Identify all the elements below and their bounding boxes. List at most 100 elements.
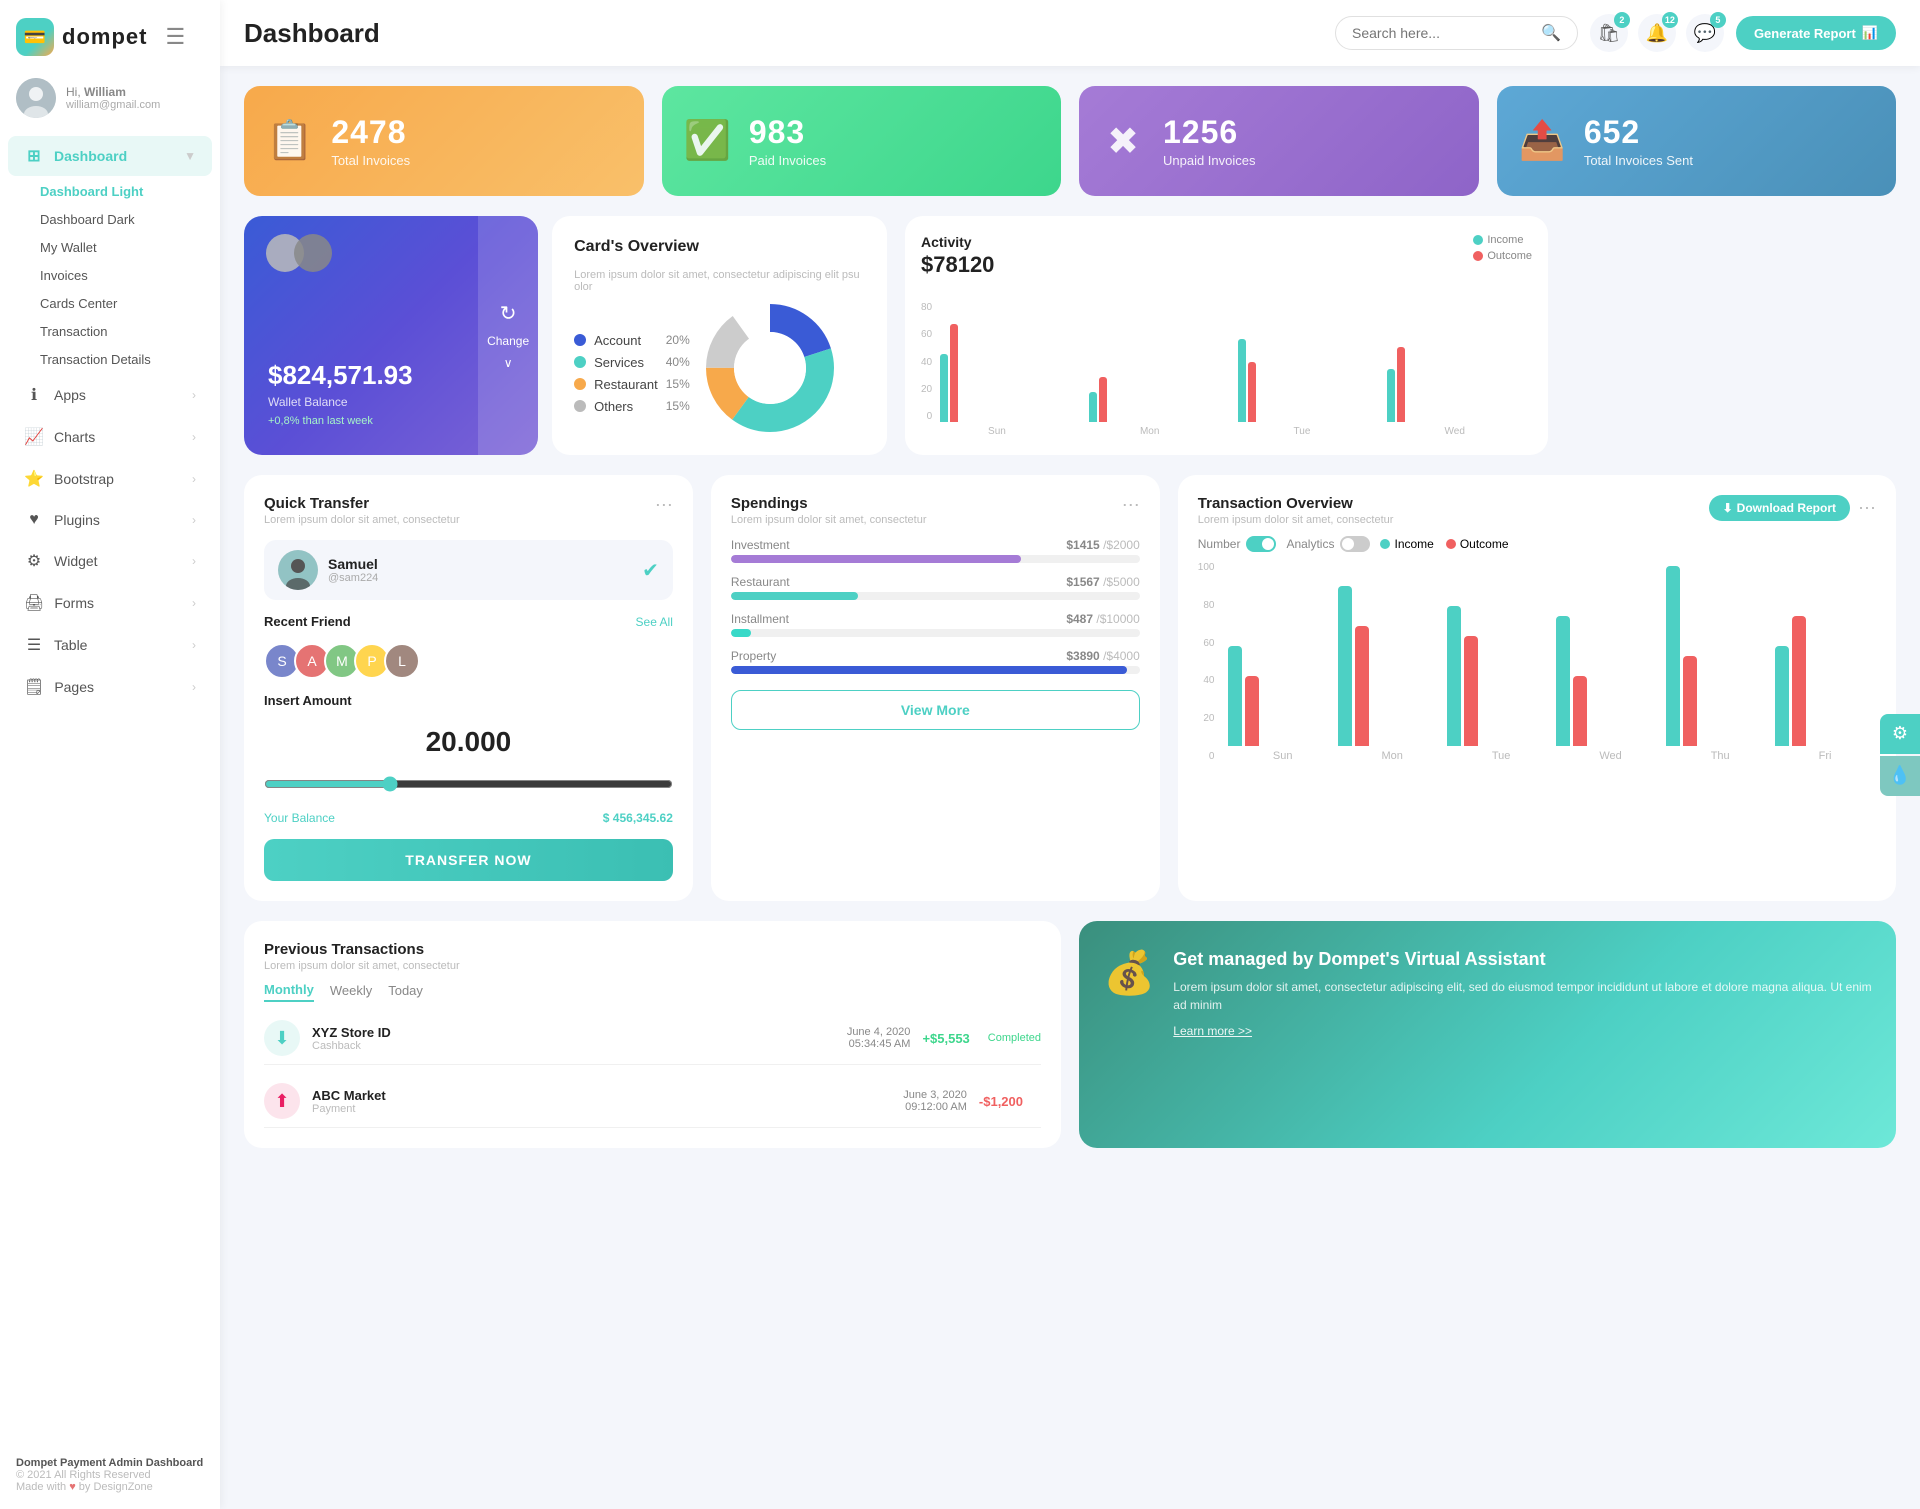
friend-avatars: S A M P L: [264, 643, 673, 679]
pt-name-1: XYZ Store ID: [312, 1025, 391, 1040]
pt-desc: Lorem ipsum dolor sit amet, consectetur: [264, 960, 1041, 972]
sidebar-sub-item-cards[interactable]: Cards Center: [32, 290, 220, 317]
number-toggle[interactable]: [1246, 536, 1276, 552]
plugins-icon: ♥: [24, 511, 44, 529]
table-row: ⬇ XYZ Store ID Cashback June 4, 2020 05:…: [264, 1012, 1041, 1065]
outcome-dot: [1473, 251, 1483, 261]
to-bars-wrap: SunMonTueWedThuFri: [1228, 566, 1876, 762]
float-buttons: ⚙ 💧: [1880, 714, 1920, 796]
sidebar-sub-item-transaction-details[interactable]: Transaction Details: [32, 346, 220, 373]
income-bar-wed: [1387, 369, 1395, 422]
bar-group-mon: [1089, 377, 1234, 422]
sidebar-footer: Dompet Payment Admin Dashboard © 2021 Al…: [0, 1445, 220, 1493]
download-report-button[interactable]: ⬇ Download Report: [1709, 495, 1850, 521]
amount-slider[interactable]: [264, 776, 673, 792]
sent-icon: 📤: [1519, 119, 1566, 163]
sidebar-label-bootstrap: Bootstrap: [54, 471, 114, 487]
last-row: Previous Transactions Lorem ipsum dolor …: [244, 921, 1896, 1148]
spendings-dots[interactable]: ⋯: [1122, 495, 1140, 516]
transfer-avatar: [278, 550, 318, 590]
total-invoices-number: 2478: [331, 114, 410, 151]
sidebar-sub-item-wallet[interactable]: My Wallet: [32, 234, 220, 261]
charts-icon: 📈: [24, 427, 44, 447]
sidebar-item-charts[interactable]: 📈 Charts ›: [8, 417, 212, 457]
table-row: ⬆ ABC Market Payment June 3, 2020 09:12:…: [264, 1075, 1041, 1128]
spendings-title: Spendings: [731, 495, 927, 512]
to-outcome-label: Outcome: [1460, 537, 1509, 551]
tab-monthly[interactable]: Monthly: [264, 982, 314, 1002]
sidebar-nav: ⊞ Dashboard ▼ Dashboard Light Dashboard …: [0, 134, 220, 709]
spending-investment-label: Investment: [731, 538, 790, 552]
wallet-overview-group: $824,571.93 Wallet Balance +0,8% than la…: [244, 216, 887, 455]
bag-icon-btn[interactable]: 🛍 2: [1590, 14, 1628, 52]
see-all-link[interactable]: See All: [636, 615, 673, 629]
tab-today[interactable]: Today: [388, 983, 423, 1001]
wallet-change-button[interactable]: ↻ Change ∨: [478, 216, 538, 455]
activity-legend: Income Outcome: [1473, 234, 1532, 262]
sidebar-label-plugins: Plugins: [54, 512, 100, 528]
generate-report-button[interactable]: Generate Report 📊: [1736, 16, 1896, 50]
table-icon: ☰: [24, 635, 44, 655]
bell-icon-btn[interactable]: 🔔 12: [1638, 14, 1676, 52]
sidebar-sub-item-transaction[interactable]: Transaction: [32, 318, 220, 345]
toggle-knob-1: [1262, 538, 1274, 550]
sidebar-item-dashboard[interactable]: ⊞ Dashboard ▼: [8, 136, 212, 176]
sidebar-sub-item-light[interactable]: Dashboard Light: [32, 178, 220, 205]
sidebar-item-pages[interactable]: 🗒 Pages ›: [8, 667, 212, 707]
spending-property-amount: $3890 /$4000: [1066, 649, 1139, 663]
search-box[interactable]: 🔍: [1335, 16, 1578, 50]
sidebar-sub-item-dark[interactable]: Dashboard Dark: [32, 206, 220, 233]
analytics-toggle[interactable]: [1340, 536, 1370, 552]
pt-tabs: Monthly Weekly Today: [264, 982, 1041, 1002]
settings-float-button[interactable]: ⚙: [1880, 714, 1920, 754]
sidebar-item-table[interactable]: ☰ Table ›: [8, 625, 212, 665]
paid-icon: ✅: [684, 119, 731, 163]
search-input[interactable]: [1352, 25, 1533, 41]
stat-card-info-total: 2478 Total Invoices: [331, 114, 410, 168]
spending-restaurant-amount: $1567 /$5000: [1066, 575, 1139, 589]
sidebar-item-widget[interactable]: ⚙ Widget ›: [8, 541, 212, 581]
co-item-services-pct: 40%: [666, 355, 690, 369]
sidebar-item-forms[interactable]: 🖨 Forms ›: [8, 583, 212, 623]
bar-group-sun: [940, 324, 1085, 422]
transfer-now-button[interactable]: TRANSFER NOW: [264, 839, 673, 881]
assistant-desc: Lorem ipsum dolor sit amet, consectetur …: [1173, 978, 1872, 1014]
bag-badge: 2: [1614, 12, 1630, 28]
sidebar-item-apps[interactable]: ℹ Apps ›: [8, 375, 212, 415]
to-dots[interactable]: ⋯: [1858, 498, 1876, 519]
activity-left: Activity $78120: [921, 234, 994, 278]
to-outcome-sun: [1245, 676, 1259, 746]
logo-text: dompet: [62, 24, 147, 50]
activity-card: Activity $78120 Income Outcome: [905, 216, 1548, 455]
assistant-card: 💰 Get managed by Dompet's Virtual Assist…: [1079, 921, 1896, 1148]
sidebar-item-plugins[interactable]: ♥ Plugins ›: [8, 501, 212, 539]
assistant-learn-more-link[interactable]: Learn more >>: [1173, 1024, 1872, 1038]
quick-transfer-title: Quick Transfer: [264, 495, 460, 512]
prev-transactions-card: Previous Transactions Lorem ipsum dolor …: [244, 921, 1061, 1148]
view-more-button[interactable]: View More: [731, 690, 1140, 730]
chevron-right-icon6: ›: [192, 596, 196, 610]
to-bar-mon: [1338, 586, 1439, 746]
legend-income: Income: [1473, 234, 1532, 246]
to-income-tue: [1447, 606, 1461, 746]
theme-float-button[interactable]: 💧: [1880, 756, 1920, 796]
middle-card-row: $824,571.93 Wallet Balance +0,8% than la…: [244, 216, 1896, 455]
quick-transfer-dots[interactable]: ⋯: [655, 495, 673, 516]
spending-installment: Installment $487 /$10000: [731, 612, 1140, 637]
pt-status-1: Completed: [988, 1032, 1041, 1044]
sidebar-item-bootstrap[interactable]: ⭐ Bootstrap ›: [8, 459, 212, 499]
spending-investment-header: Investment $1415 /$2000: [731, 538, 1140, 552]
slider-wrap: [264, 776, 673, 797]
to-bar-thu: [1666, 566, 1767, 746]
stat-card-info-unpaid: 1256 Unpaid Invoices: [1163, 114, 1256, 168]
sidebar-label-charts: Charts: [54, 429, 95, 445]
hamburger-icon[interactable]: ☰: [155, 24, 185, 50]
tab-weekly[interactable]: Weekly: [330, 983, 372, 1001]
co-item-account: Account 20%: [574, 333, 690, 348]
restaurant-bar: [731, 592, 858, 600]
cashback-icon: ⬇: [264, 1020, 300, 1056]
toggle-number: Number: [1198, 536, 1277, 552]
sidebar-sub-item-invoices[interactable]: Invoices: [32, 262, 220, 289]
to-outcome-tue: [1464, 636, 1478, 746]
chat-icon-btn[interactable]: 💬 5: [1686, 14, 1724, 52]
